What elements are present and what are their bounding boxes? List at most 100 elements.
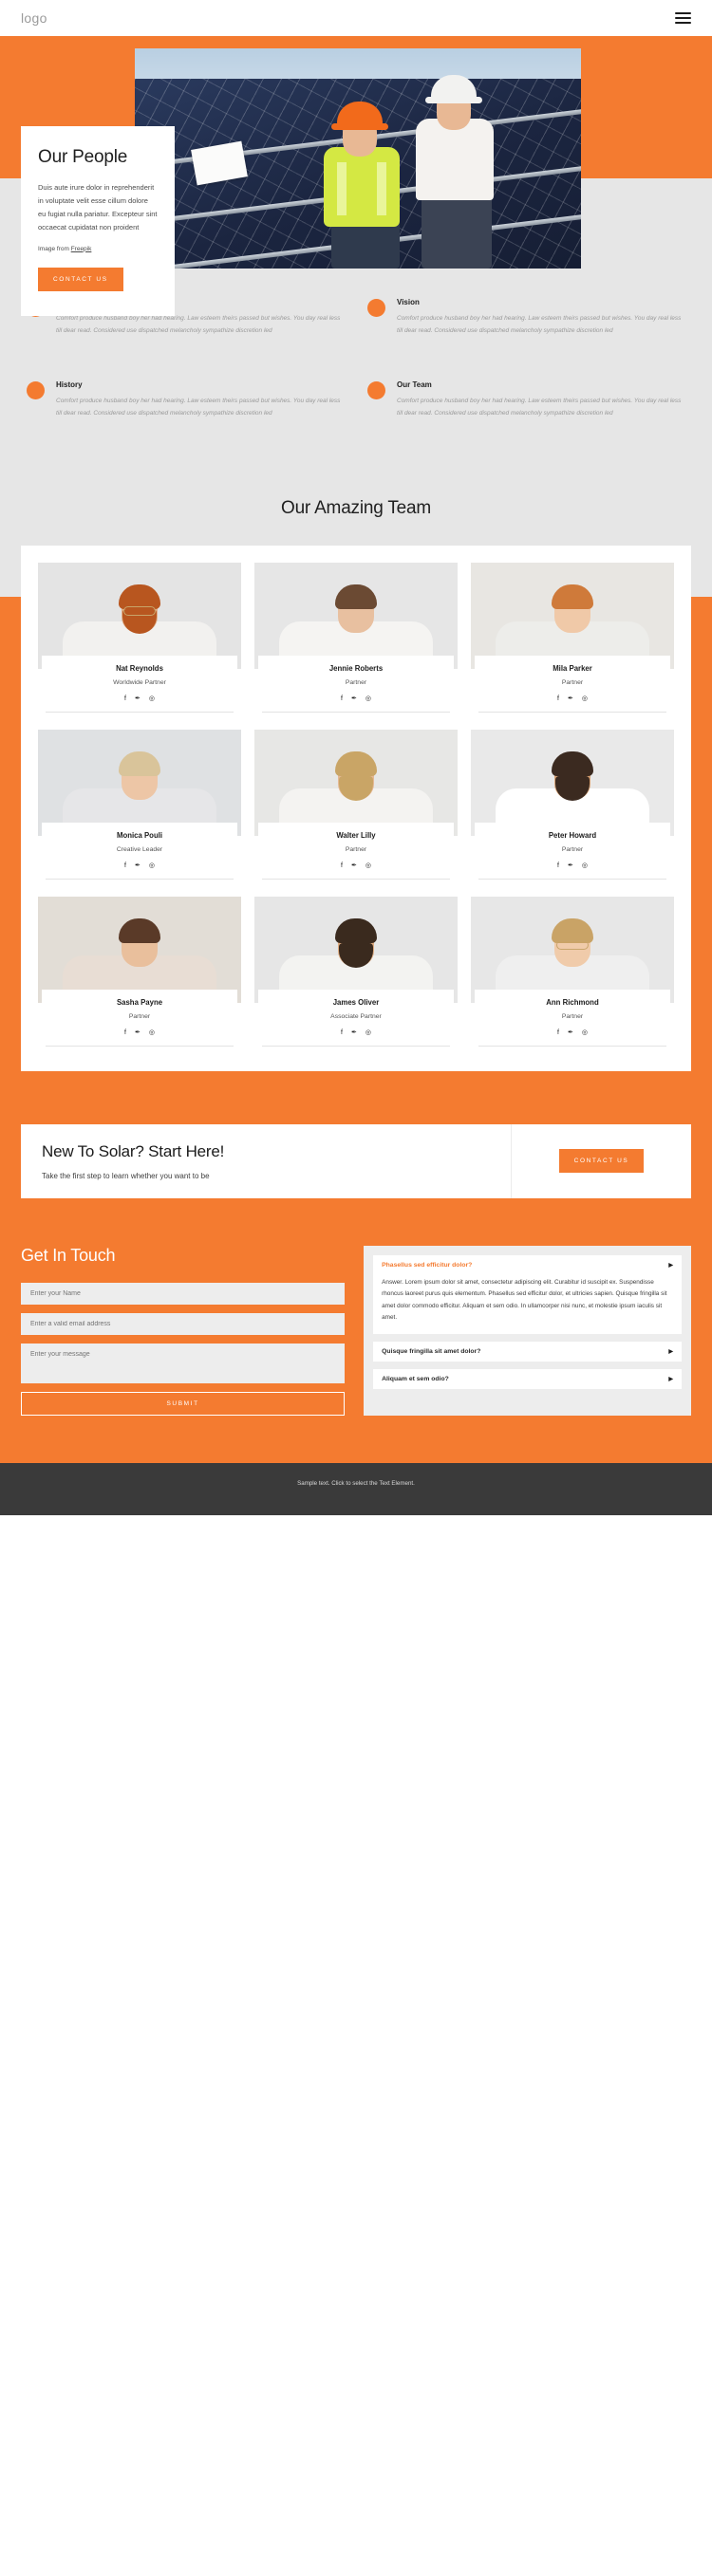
page-title: Our People <box>38 147 128 167</box>
member-social-links: f ✒ ◎ <box>478 695 666 713</box>
twitter-icon[interactable]: ✒ <box>568 862 573 869</box>
team-member-card: Sasha Payne Partner f ✒ ◎ <box>38 896 241 1047</box>
bullet-dot-icon <box>27 381 45 400</box>
member-photo <box>38 729 241 836</box>
team-section-title: Our Amazing Team <box>280 497 432 518</box>
facebook-icon[interactable]: f <box>557 1029 559 1036</box>
faq-accordion: Phasellus sed efficitur dolor? ▶ Answer. L… <box>364 1245 691 1416</box>
team-card-container: Nat Reynolds Worldwide Partner f ✒ ◎ Jennie R… <box>21 545 691 1071</box>
instagram-icon[interactable]: ◎ <box>582 862 588 869</box>
mission-item-title: Our Team <box>397 380 432 390</box>
member-role: Partner <box>561 678 584 686</box>
instagram-icon[interactable]: ◎ <box>365 695 371 702</box>
instagram-icon[interactable]: ◎ <box>149 695 155 702</box>
faq-answer: Answer. Lorem ipsum dolor sit amet, cons… <box>382 1278 667 1322</box>
faq-question[interactable]: Aliquam et sem odio? ▶ <box>373 1369 682 1389</box>
member-name: Peter Howard <box>548 830 597 840</box>
facebook-icon[interactable]: f <box>341 1029 343 1036</box>
instagram-icon[interactable]: ◎ <box>365 862 371 869</box>
member-name: Walter Lilly <box>336 830 376 840</box>
bullet-dot-icon <box>367 299 385 317</box>
facebook-icon[interactable]: f <box>124 1029 126 1036</box>
team-member-card: Nat Reynolds Worldwide Partner f ✒ ◎ <box>38 562 241 713</box>
cta-section: New To Solar? Start Here! Take the first… <box>0 1091 712 1236</box>
member-social-links: f ✒ ◎ <box>262 1029 450 1047</box>
chevron-right-icon[interactable]: ▶ <box>668 1348 673 1355</box>
twitter-icon[interactable]: ✒ <box>568 1029 573 1036</box>
member-name: Sasha Payne <box>116 997 163 1007</box>
chevron-right-icon[interactable]: ▶ <box>668 1262 673 1269</box>
instagram-icon[interactable]: ◎ <box>149 1029 155 1036</box>
member-name: Ann Richmond <box>546 997 599 1007</box>
message-input[interactable] <box>21 1343 346 1383</box>
twitter-icon[interactable]: ✒ <box>568 695 573 702</box>
faq-question[interactable]: Quisque fringilla sit amet dolor? ▶ <box>373 1342 682 1362</box>
facebook-icon[interactable]: f <box>124 695 126 702</box>
site-header: logo <box>0 0 712 36</box>
twitter-icon[interactable]: ✒ <box>135 862 141 869</box>
hamburger-menu-icon[interactable] <box>675 12 691 24</box>
instagram-icon[interactable]: ◎ <box>582 695 588 702</box>
team-member-card: Peter Howard Partner f ✒ ◎ <box>471 729 674 880</box>
team-member-card: Mila Parker Partner f ✒ ◎ <box>471 562 674 713</box>
logo[interactable]: logo <box>21 10 47 26</box>
member-social-links: f ✒ ◎ <box>46 695 234 713</box>
member-name: Mila Parker <box>553 663 592 673</box>
hero-image <box>135 48 581 269</box>
email-input[interactable] <box>21 1312 346 1335</box>
facebook-icon[interactable]: f <box>341 862 343 869</box>
worker-right <box>399 75 511 269</box>
freepik-link[interactable]: Freepik <box>71 246 92 252</box>
hero-contact-us-button[interactable]: CONTACT US <box>38 267 123 291</box>
instagram-icon[interactable]: ◎ <box>582 1029 588 1036</box>
member-role: Partner <box>345 845 367 853</box>
faq-question[interactable]: Phasellus sed efficitur dolor? ▶ <box>373 1255 682 1275</box>
name-input[interactable] <box>21 1282 346 1305</box>
submit-button[interactable]: SUBMIT <box>21 1391 346 1416</box>
twitter-icon[interactable]: ✒ <box>135 1029 141 1036</box>
instagram-icon[interactable]: ◎ <box>149 862 155 869</box>
facebook-icon[interactable]: f <box>557 695 559 702</box>
contact-form: Get In Touch SUBMIT <box>21 1245 346 1416</box>
twitter-icon[interactable]: ✒ <box>135 695 141 702</box>
member-photo <box>471 562 674 669</box>
mission-grid: Mission Comfort produce husband boy her … <box>0 298 712 420</box>
member-photo <box>38 562 241 669</box>
member-social-links: f ✒ ◎ <box>478 862 666 880</box>
team-member-card: Jennie Roberts Partner f ✒ ◎ <box>254 562 458 713</box>
twitter-icon[interactable]: ✒ <box>351 695 357 702</box>
facebook-icon[interactable]: f <box>341 695 343 702</box>
contact-title: Get In Touch <box>21 1245 116 1265</box>
mission-item: Vision Comfort produce husband boy her h… <box>367 298 685 337</box>
faq-question-text: Quisque fringilla sit amet dolor? <box>382 1347 481 1355</box>
faq-item: Aliquam et sem odio? ▶ <box>373 1368 682 1389</box>
hero-card: Our People Duis aute irure dolor in repr… <box>21 126 175 316</box>
instagram-icon[interactable]: ◎ <box>365 1029 371 1036</box>
mission-item-body: Comfort produce husband boy her had hear… <box>397 315 682 334</box>
member-photo <box>254 562 458 669</box>
cta-contact-us-button[interactable]: CONTACT US <box>558 1149 645 1174</box>
bullet-dot-icon <box>367 381 385 400</box>
worker-left <box>310 102 413 269</box>
site-footer: Sample text. Click to select the Text El… <box>0 1462 712 1515</box>
member-social-links: f ✒ ◎ <box>262 695 450 713</box>
member-role: Creative Leader <box>116 845 163 853</box>
member-name: Monica Pouli <box>116 830 163 840</box>
cta-title: New To Solar? Start Here! <box>42 1141 225 1160</box>
mission-item-title: Vision <box>397 298 420 306</box>
twitter-icon[interactable]: ✒ <box>351 1029 357 1036</box>
facebook-icon[interactable]: f <box>557 862 559 869</box>
member-name: Nat Reynolds <box>116 663 163 673</box>
member-role: Associate Partner <box>330 1012 382 1020</box>
mission-item-body: Comfort produce husband boy her had hear… <box>397 398 682 417</box>
cta-subtitle: Take the first step to learn whether you… <box>42 1171 210 1180</box>
member-name: Jennie Roberts <box>328 663 384 673</box>
member-role: Partner <box>128 1012 151 1020</box>
mission-item: History Comfort produce husband boy her … <box>27 380 345 419</box>
faq-question-text: Phasellus sed efficitur dolor? <box>382 1261 473 1269</box>
page-root: logo Our People Duis aute irure dolor in… <box>0 0 712 1515</box>
twitter-icon[interactable]: ✒ <box>351 862 357 869</box>
chevron-right-icon[interactable]: ▶ <box>668 1376 673 1382</box>
mission-item-body: Comfort produce husband boy her had hear… <box>56 398 341 417</box>
facebook-icon[interactable]: f <box>124 862 126 869</box>
